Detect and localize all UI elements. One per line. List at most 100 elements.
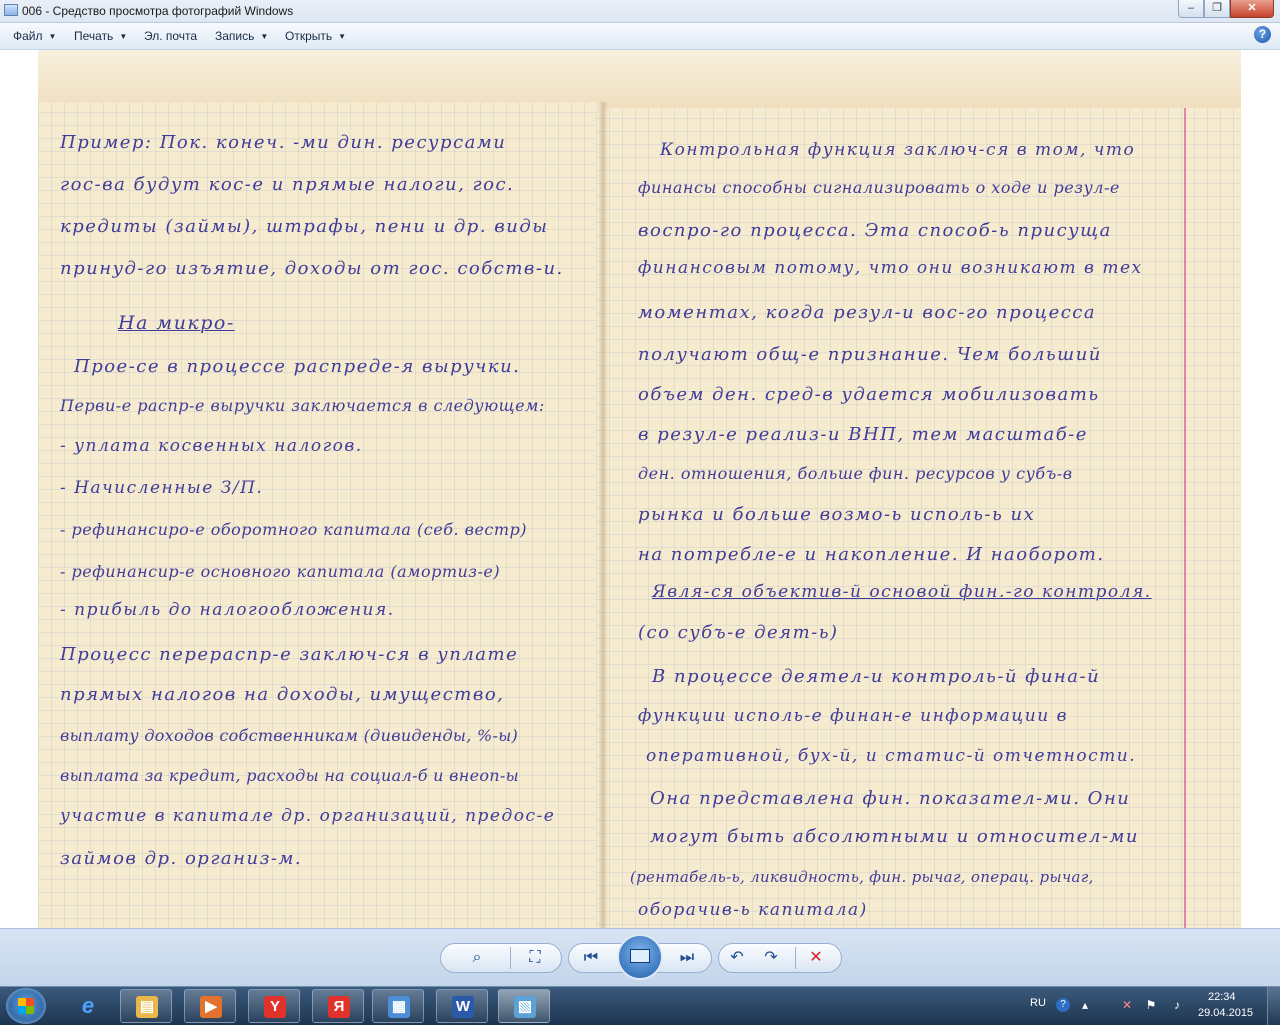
photo-background <box>38 50 1241 108</box>
window-title: 006 - Средство просмотра фотографий Wind… <box>22 4 294 18</box>
handwriting-line: На микро- <box>118 312 235 334</box>
previous-button[interactable]: ⏮ <box>576 943 606 973</box>
yandex-icon: Я <box>328 996 350 1018</box>
handwriting-line: Прое-се в процессе распреде-я выручки. <box>74 356 521 377</box>
handwriting-line: Перви-е распр-е выручки заключается в сл… <box>60 396 545 415</box>
photo-viewer-icon: ▧ <box>514 996 536 1018</box>
windows-logo-icon <box>18 998 34 1014</box>
taskbar-yandex-browser[interactable]: Y <box>248 989 300 1023</box>
taskbar-control-panel[interactable]: ▦ <box>372 989 424 1023</box>
handwriting-line: Пример: Пок. конеч. -ми дин. ресурсами <box>60 132 507 153</box>
help-button[interactable]: ? <box>1254 26 1271 43</box>
handwriting-line: воспро-го процесса. Эта способ-ь присуща <box>638 220 1112 241</box>
delete-button[interactable]: ✕ <box>801 943 831 973</box>
minimize-button[interactable]: ‒ <box>1178 0 1204 18</box>
handwriting-line: В процессе деятел-и контроль-й фина-й <box>652 666 1101 687</box>
rotate-cw-button[interactable]: ↷ <box>756 943 786 973</box>
menu-burn[interactable]: Запись ▼ <box>215 29 268 43</box>
menu-open-label: Открыть <box>285 29 333 43</box>
notebook-gutter <box>598 102 608 928</box>
menu-open[interactable]: Открыть ▼ <box>285 29 346 43</box>
rotate-ccw-icon: ↶ <box>730 949 744 966</box>
word-icon: W <box>452 996 474 1018</box>
notebook-margin-line <box>1184 108 1186 928</box>
taskbar-ie[interactable]: e <box>62 989 114 1023</box>
handwriting-line: выплату доходов собственникам (дивиденды… <box>60 726 519 745</box>
handwriting-line: прямых налогов на доходы, имущество, <box>60 684 505 705</box>
media-player-icon: ▶ <box>200 996 222 1018</box>
handwriting-line: ден. отношения, больше фин. ресурсов у с… <box>638 464 1073 483</box>
handwriting-line: - рефинансир-е основного капитала (аморт… <box>60 562 501 581</box>
menu-print[interactable]: Печать ▼ <box>74 29 127 43</box>
chevron-down-icon: ▼ <box>48 32 57 41</box>
yandex-browser-icon: Y <box>264 996 286 1018</box>
taskbar-photo-viewer[interactable]: ▧ <box>498 989 550 1023</box>
handwriting-line: в резул-е реализ-и ВНП, тем масштаб-е <box>638 424 1088 445</box>
handwriting-line: Она представлена фин. показател-ми. Они <box>650 788 1131 809</box>
viewer-toolbar: ⌕ ⛶ ⏮ ⏭ ↶ ↷ ✕ <box>0 928 1280 987</box>
start-button[interactable] <box>6 988 46 1024</box>
taskbar-media-player[interactable]: ▶ <box>184 989 236 1023</box>
toolbar-divider <box>795 947 796 969</box>
next-button[interactable]: ⏭ <box>672 943 702 973</box>
rotate-ccw-button[interactable]: ↶ <box>722 943 752 973</box>
action-center-icon[interactable]: ⚑ <box>1144 998 1158 1012</box>
previous-icon: ⏮ <box>583 949 599 966</box>
handwriting-line: гос-ва будут кос-е и прямые налоги, гос. <box>60 174 515 195</box>
clock-time[interactable]: 22:34 <box>1208 991 1236 1003</box>
handwriting-line: Контрольная функция заключ-ся в том, что <box>660 140 1136 160</box>
chevron-down-icon: ▼ <box>260 32 269 41</box>
handwriting-line: рынка и больше возмо-ь исполь-ь их <box>638 504 1036 525</box>
toolbar-divider <box>510 947 511 969</box>
handwriting-line: оперативной, бух-й, и статис-й отчетност… <box>646 746 1137 766</box>
handwriting-line: получают общ-е признание. Чем больший <box>638 344 1102 365</box>
fit-window-icon: ⛶ <box>529 949 541 966</box>
handwriting-line: на потребле-е и накопление. И наоборот. <box>638 544 1105 565</box>
handwriting-line: - прибыль до налогообложения. <box>60 600 395 620</box>
window-controls: ‒ ❐ ✕ <box>1178 0 1274 18</box>
network-error-icon[interactable]: ✕ <box>1120 998 1134 1012</box>
photo-viewer-app-icon <box>4 4 18 16</box>
handwriting-line: - рефинансиро-е оборотного капитала (себ… <box>60 520 528 539</box>
handwriting-line: - Начисленные З/П. <box>60 478 264 498</box>
zoom-icon: ⌕ <box>472 949 482 966</box>
handwriting-line: (со субъ-е деят-ь) <box>638 622 839 643</box>
taskbar-explorer[interactable]: ▤ <box>120 989 172 1023</box>
rotate-cw-icon: ↷ <box>764 949 778 966</box>
language-indicator[interactable]: RU <box>1030 997 1046 1009</box>
menu-bar: Файл ▼ Печать ▼ Эл. почта Запись ▼ Открыть ▼… <box>0 23 1280 50</box>
menu-file[interactable]: Файл ▼ <box>13 29 56 43</box>
handwriting-line: Явля-ся объектив-й основой фин.-го контр… <box>652 582 1152 602</box>
handwriting-line: выплата за кредит, расходы на социал-б и… <box>60 766 519 785</box>
maximize-button[interactable]: ❐ <box>1204 0 1230 18</box>
handwriting-line: кредиты (займы), штрафы, пени и др. виды <box>60 216 549 237</box>
handwriting-line: функции исполь-е финан-е информации в <box>638 706 1068 726</box>
show-desktop-button[interactable] <box>1267 987 1280 1025</box>
volume-icon[interactable]: ♪ <box>1170 998 1184 1012</box>
handwriting-line: финансы способны сигнализировать о ходе … <box>638 178 1120 197</box>
photo-viewport: Пример: Пок. конеч. -ми дин. ресурсами г… <box>0 50 1280 928</box>
menu-file-label: Файл <box>13 29 43 43</box>
handwriting-line: оборачив-ь капитала) <box>638 900 868 920</box>
clock-date[interactable]: 29.04.2015 <box>1198 1007 1253 1019</box>
chevron-up-icon[interactable]: ▴ <box>1078 998 1092 1012</box>
delete-icon: ✕ <box>809 949 823 966</box>
chevron-down-icon: ▼ <box>338 32 347 41</box>
explorer-icon: ▤ <box>136 996 158 1018</box>
handwriting-line: Процесс перераспр-е заключ-ся в уплате <box>60 644 519 665</box>
menu-email[interactable]: Эл. почта <box>144 29 197 43</box>
title-bar: 006 - Средство просмотра фотографий Wind… <box>0 0 1280 23</box>
close-button[interactable]: ✕ <box>1230 0 1274 18</box>
slideshow-button[interactable] <box>617 934 663 980</box>
handwriting-line: финансовым потому, что они возникают в т… <box>638 258 1143 278</box>
help-tray-icon[interactable]: ? <box>1056 998 1070 1012</box>
handwriting-line: - уплата косвенных налогов. <box>60 436 363 456</box>
taskbar-yandex[interactable]: Я <box>312 989 364 1023</box>
chevron-down-icon: ▼ <box>119 32 128 41</box>
slideshow-icon <box>630 949 650 963</box>
taskbar-word[interactable]: W <box>436 989 488 1023</box>
actual-size-button[interactable]: ⛶ <box>520 943 550 973</box>
zoom-button[interactable]: ⌕ <box>462 943 492 973</box>
taskbar: e ▤ ▶ Y Я ▦ W ▧ RU ? ▴ ✕ ⚑ ♪ 22:34 29.04.2015 <box>0 986 1280 1025</box>
handwriting-line: могут быть абсолютными и относител-ми <box>650 826 1139 847</box>
